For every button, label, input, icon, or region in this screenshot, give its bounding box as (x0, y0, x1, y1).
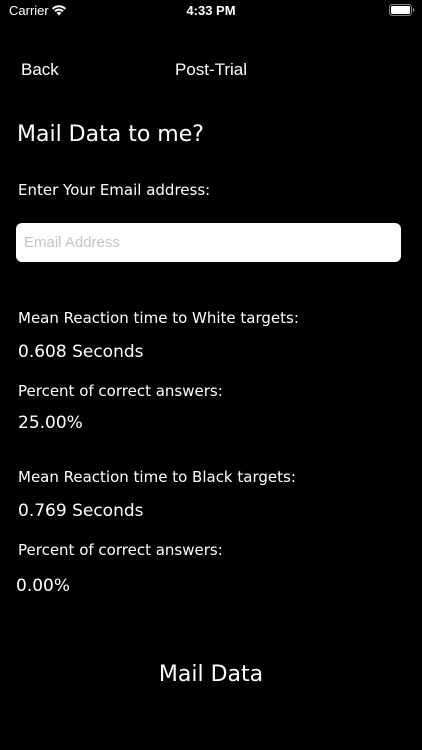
mail-data-button[interactable]: Mail Data (0, 662, 422, 687)
battery-icon (389, 4, 415, 16)
white-correct-label: Percent of correct answers: (18, 382, 223, 400)
white-reaction-value: 0.608 Seconds (18, 342, 144, 362)
white-correct-value: 25.00% (18, 413, 83, 433)
email-prompt-label: Enter Your Email address: (18, 181, 211, 199)
black-reaction-value: 0.769 Seconds (18, 501, 144, 521)
mail-heading: Mail Data to me? (17, 122, 204, 147)
black-correct-value: 0.00% (16, 576, 71, 596)
black-reaction-label: Mean Reaction time to Black targets: (18, 468, 296, 486)
nav-title: Post-Trial (174, 60, 248, 79)
black-correct-label: Percent of correct answers: (18, 541, 223, 559)
white-reaction-label: Mean Reaction time to White targets: (18, 309, 299, 327)
status-time: 4:33 PM (186, 3, 236, 18)
email-field[interactable] (16, 223, 401, 262)
